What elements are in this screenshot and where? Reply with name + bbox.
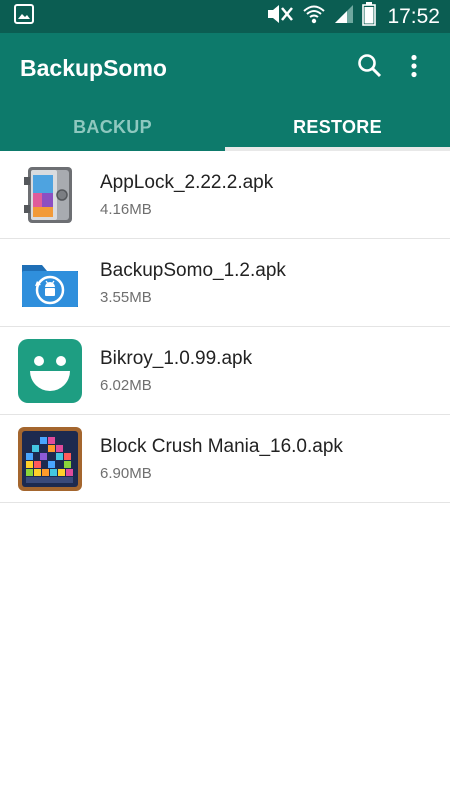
gallery-icon	[14, 4, 34, 29]
apk-list: AppLock_2.22.2.apk 4.16MB BackupSomo_1.2…	[0, 151, 450, 503]
list-item[interactable]: Block Crush Mania_16.0.apk 6.90MB	[0, 415, 450, 503]
battery-icon	[362, 2, 377, 31]
overflow-menu-icon	[410, 54, 418, 83]
apk-name: BackupSomo_1.2.apk	[100, 260, 286, 281]
backupsomo-folder-icon	[18, 251, 82, 315]
list-item[interactable]: AppLock_2.22.2.apk 4.16MB	[0, 151, 450, 239]
overflow-menu-button[interactable]	[398, 52, 430, 84]
apk-name: AppLock_2.22.2.apk	[100, 172, 274, 193]
tab-restore-label: RESTORE	[293, 116, 382, 137]
status-bar: 17:52	[0, 0, 450, 33]
list-item[interactable]: BackupSomo_1.2.apk 3.55MB	[0, 239, 450, 327]
apk-size: 4.16MB	[100, 201, 152, 218]
tab-backup[interactable]: BACKUP	[0, 103, 225, 151]
status-right: 17:52	[265, 2, 440, 31]
search-button[interactable]	[354, 52, 386, 84]
bikroy-smile-icon	[18, 339, 82, 403]
apk-size: 6.90MB	[100, 465, 152, 482]
tab-bar: BACKUP RESTORE	[0, 103, 450, 151]
block-crush-mania-icon	[18, 427, 82, 491]
list-item[interactable]: Bikroy_1.0.99.apk 6.02MB	[0, 327, 450, 415]
wifi-icon	[302, 3, 326, 30]
tab-backup-label: BACKUP	[73, 116, 152, 137]
status-time: 17:52	[387, 4, 440, 28]
search-icon	[357, 53, 383, 84]
signal-icon	[333, 3, 355, 30]
apk-name: Block Crush Mania_16.0.apk	[100, 436, 343, 457]
app-title: BackupSomo	[20, 55, 167, 81]
mute-icon	[265, 3, 295, 30]
apk-size: 6.02MB	[100, 377, 152, 394]
apk-size: 3.55MB	[100, 289, 152, 306]
status-left	[14, 4, 34, 29]
apk-name: Bikroy_1.0.99.apk	[100, 348, 253, 369]
applock-safe-icon	[18, 163, 82, 227]
tab-restore[interactable]: RESTORE	[225, 103, 450, 151]
app-bar: BackupSomo BACKUP RESTORE	[0, 33, 450, 151]
